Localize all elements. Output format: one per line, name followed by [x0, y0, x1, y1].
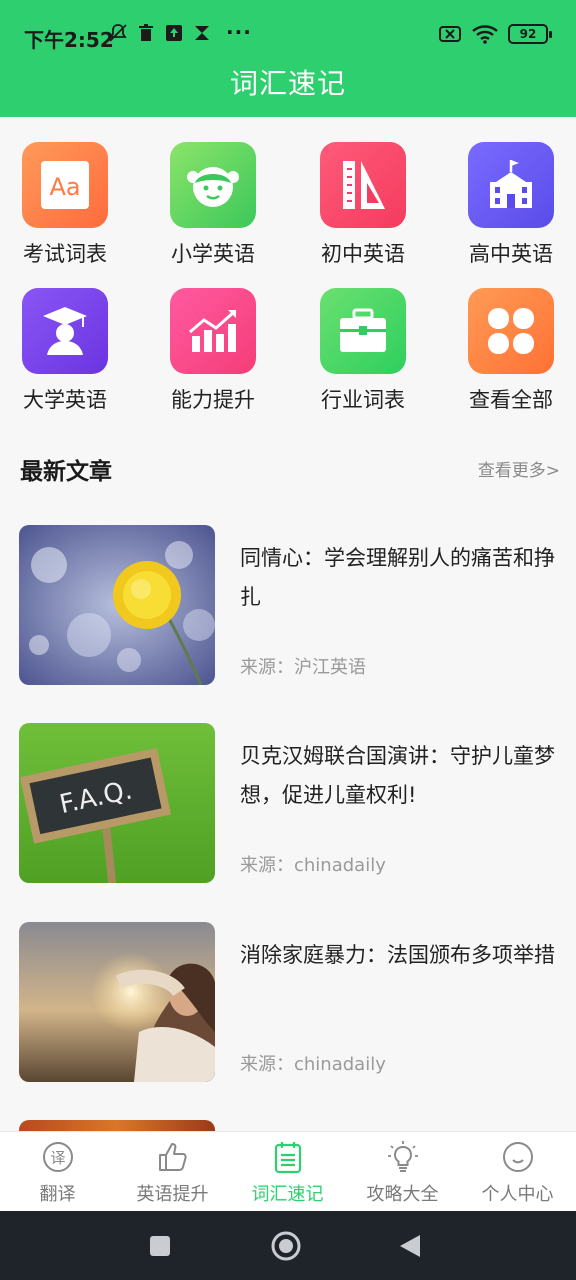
category-label: 能力提升 [171, 388, 255, 412]
tab-label: 翻译 [39, 1184, 76, 1205]
more-notifications-icon: ··· [226, 20, 252, 44]
lightbulb-icon [387, 1141, 418, 1172]
article-thumbnail-dandelion [19, 525, 215, 685]
app-header: 下午2:52 ··· 92 词汇速记 [0, 0, 576, 117]
toolbox-icon [340, 308, 386, 352]
child-face-icon [187, 167, 239, 207]
article-item[interactable]: 同情心：学会理解别人的痛苦和挣扎 来源：沪江英语 [19, 525, 559, 685]
article-title: 同情心：学会理解别人的痛苦和挣扎 [240, 546, 555, 609]
tab-guides[interactable]: 攻略大全 [345, 1132, 460, 1212]
aa-letters-icon: Aa [41, 161, 89, 209]
category-tile: Aa [22, 142, 108, 228]
smiley-icon [502, 1142, 533, 1172]
app-notify-icon [195, 26, 209, 40]
article-source: 来源：chinadaily [240, 1054, 386, 1075]
thumbs-up-icon [158, 1143, 187, 1171]
category-label: 行业词表 [321, 388, 405, 412]
category-view-all[interactable]: 查看全部 [446, 288, 576, 414]
tab-label: 攻略大全 [366, 1184, 439, 1205]
no-sim-icon [439, 26, 461, 42]
category-label: 大学英语 [23, 388, 107, 412]
category-exam-words[interactable]: Aa 考试词表 [0, 142, 130, 268]
back-icon[interactable] [398, 1233, 422, 1259]
trash-icon [139, 24, 153, 41]
category-label: 高中英语 [469, 242, 553, 266]
mute-icon [109, 24, 127, 42]
category-label: 考试词表 [23, 242, 107, 266]
bottom-tab-bar: 译 翻译 英语提升 词汇速记 攻略大全 个人中心 [0, 1131, 576, 1211]
status-bar: 下午2:52 ··· 92 [0, 18, 576, 54]
article-thumbnail-woman-sunset [19, 922, 215, 1082]
svg-text:Aa: Aa [49, 173, 80, 201]
tab-vocab-memory[interactable]: 词汇速记 [230, 1132, 345, 1212]
category-college-english[interactable]: 大学英语 [0, 288, 130, 414]
tab-label: 词汇速记 [251, 1184, 324, 1205]
upload-icon [166, 25, 182, 41]
article-source: 来源：chinadaily [240, 855, 386, 876]
tab-profile[interactable]: 个人中心 [460, 1132, 575, 1212]
system-navigation-bar [0, 1211, 576, 1280]
article-title: 贝克汉姆联合国演讲：守护儿童梦想，促进儿童权利! [240, 744, 555, 807]
battery-icon: 92 [508, 24, 552, 44]
category-label: 查看全部 [469, 388, 553, 412]
tab-label: 个人中心 [481, 1184, 554, 1205]
tab-english-improve[interactable]: 英语提升 [115, 1132, 230, 1212]
ruler-triangle-icon [343, 161, 385, 209]
latest-articles-header: 最新文章 查看更多> [20, 452, 560, 488]
category-label: 小学英语 [171, 242, 255, 266]
graduate-icon [43, 307, 87, 355]
svg-text:译: 译 [50, 1149, 65, 1167]
wifi-icon [472, 25, 498, 44]
article-thumbnail-faq-sign: F.A.Q. [19, 723, 215, 883]
status-time: 下午2:52 [24, 28, 114, 52]
tab-translate[interactable]: 译 翻译 [0, 1132, 115, 1212]
article-item[interactable]: 消除家庭暴力：法国颁布多项举措 来源：chinadaily [19, 922, 559, 1082]
translate-icon: 译 [42, 1142, 73, 1172]
recent-apps-icon[interactable] [148, 1234, 172, 1258]
tab-label: 英语提升 [136, 1184, 209, 1205]
four-petal-icon [488, 308, 534, 354]
page-title: 词汇速记 [229, 67, 346, 100]
growth-chart-icon [189, 310, 236, 352]
article-thumbnail-partial [19, 1120, 215, 1131]
notebook-icon [274, 1142, 301, 1174]
category-industry-words[interactable]: 行业词表 [298, 288, 428, 414]
school-building-icon [490, 160, 532, 208]
section-title: 最新文章 [20, 459, 112, 485]
category-label: 初中英语 [321, 242, 405, 266]
category-skill-improve[interactable]: 能力提升 [148, 288, 278, 414]
category-senior-english[interactable]: 高中英语 [446, 142, 576, 268]
view-more-link[interactable]: 查看更多> [478, 456, 560, 481]
category-junior-english[interactable]: 初中英语 [298, 142, 428, 268]
category-primary-english[interactable]: 小学英语 [148, 142, 278, 268]
article-item[interactable]: F.A.Q. 贝克汉姆联合国演讲：守护儿童梦想，促进儿童权利! 来源：china… [19, 723, 559, 883]
home-icon[interactable] [270, 1230, 302, 1262]
article-title: 消除家庭暴力：法国颁布多项举措 [240, 943, 555, 967]
article-source: 来源：沪江英语 [240, 657, 366, 678]
